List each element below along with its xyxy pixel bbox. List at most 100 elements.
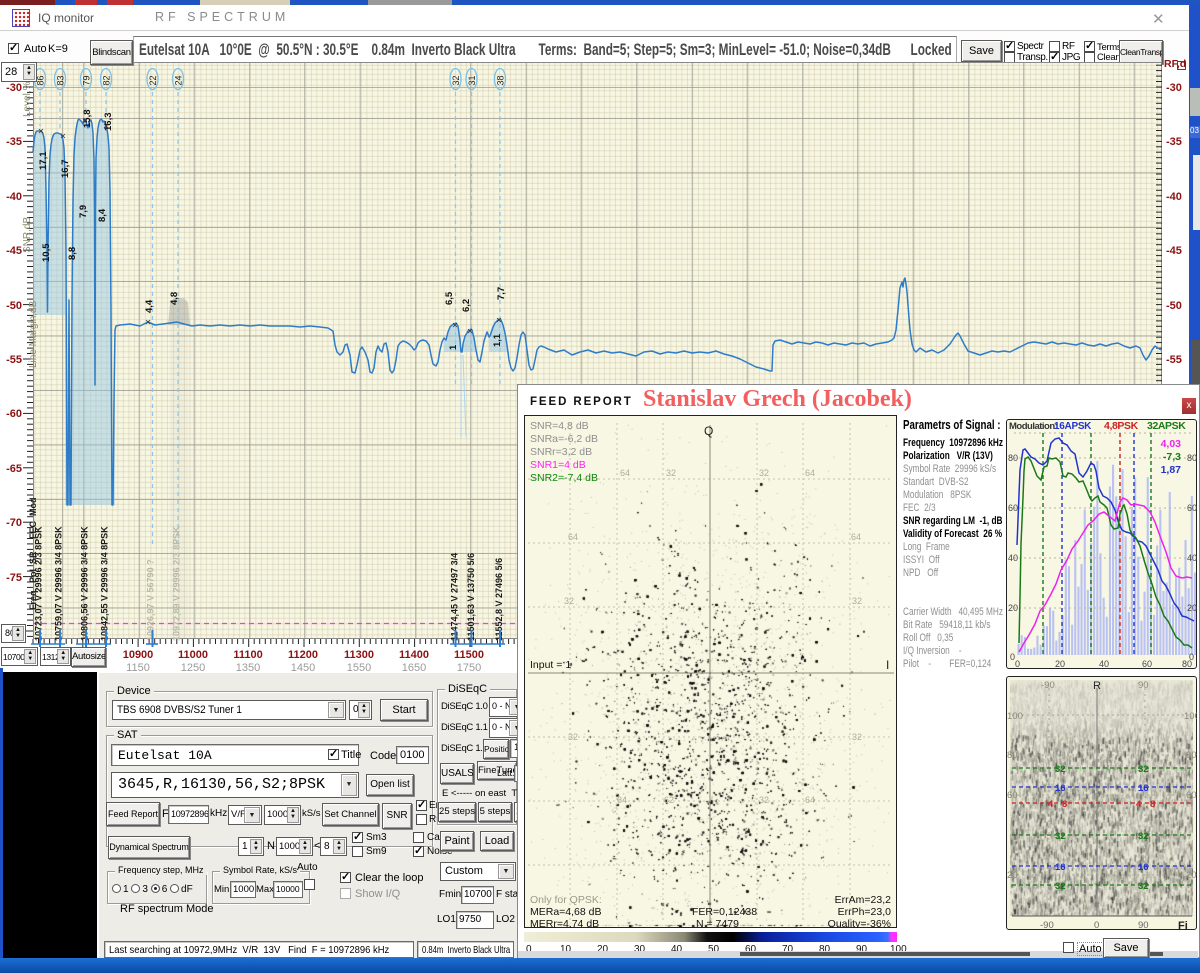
- svg-text:10900: 10900: [123, 649, 154, 661]
- svg-text:32: 32: [568, 732, 578, 742]
- svg-text:40: 40: [1187, 553, 1197, 563]
- svg-text:8,8: 8,8: [67, 247, 78, 260]
- svg-text:8: 8: [1150, 799, 1155, 810]
- svg-text:10759,07 V 29996 3/4 8PSK: 10759,07 V 29996 3/4 8PSK: [54, 526, 64, 641]
- svg-text:Fi: Fi: [1178, 920, 1188, 930]
- svg-text:80: 80: [1007, 750, 1018, 761]
- svg-text:11100: 11100: [233, 649, 262, 661]
- svg-text:86: 86: [36, 75, 46, 85]
- svg-text:MERa=4,68 dB: MERa=4,68 dB: [530, 906, 602, 918]
- svg-text:24: 24: [174, 75, 184, 85]
- svg-text:4,03: 4,03: [1161, 438, 1182, 450]
- svg-text:0: 0: [1015, 659, 1020, 669]
- svg-text:32: 32: [759, 468, 769, 478]
- svg-text:16: 16: [1138, 783, 1149, 794]
- svg-text:0: 0: [1094, 920, 1099, 930]
- svg-text:80: 80: [1008, 453, 1018, 463]
- svg-text:16: 16: [1055, 783, 1066, 794]
- svg-text:60: 60: [1008, 503, 1018, 513]
- svg-text:32: 32: [852, 596, 862, 606]
- svg-text:11500: 11500: [454, 649, 484, 661]
- svg-text:11552,8 V 27496 5/6: 11552,8 V 27496 5/6: [494, 558, 504, 641]
- svg-text:11000: 11000: [178, 649, 208, 661]
- svg-text:90: 90: [1138, 680, 1149, 691]
- svg-text:32: 32: [564, 596, 574, 606]
- svg-text:60: 60: [1186, 790, 1197, 801]
- svg-text:Q: Q: [704, 424, 713, 438]
- svg-text:15,8: 15,8: [82, 110, 93, 129]
- svg-text:64: 64: [805, 795, 815, 805]
- svg-text:64: 64: [851, 532, 861, 542]
- svg-text:32: 32: [852, 732, 862, 742]
- svg-text:1,87: 1,87: [1161, 464, 1182, 476]
- svg-text:16APSK: 16APSK: [1054, 421, 1092, 432]
- svg-text:31: 31: [467, 75, 477, 85]
- svg-text:64: 64: [805, 468, 815, 478]
- svg-text:80: 80: [1182, 659, 1192, 669]
- svg-text:16: 16: [1055, 862, 1066, 873]
- svg-text:-30: -30: [6, 82, 22, 94]
- svg-text:10,5: 10,5: [41, 243, 52, 262]
- svg-text:32: 32: [1055, 881, 1066, 892]
- svg-text:60: 60: [1007, 790, 1018, 801]
- svg-text:-55: -55: [1166, 354, 1182, 366]
- svg-text:-7,3: -7,3: [1163, 451, 1181, 463]
- svg-text:100: 100: [1007, 711, 1023, 722]
- svg-text:SNR,dB: SNR,dB: [22, 217, 33, 253]
- svg-text:Input = 1: Input = 1: [530, 659, 571, 671]
- svg-text:40: 40: [1099, 659, 1109, 669]
- svg-text:1,1: 1,1: [492, 333, 503, 347]
- svg-text:ErrPh=23,0: ErrPh=23,0: [838, 906, 892, 918]
- svg-text:20: 20: [1008, 603, 1018, 613]
- svg-text:-30: -30: [1166, 82, 1182, 94]
- svg-text:4,4: 4,4: [144, 299, 155, 313]
- svg-text:-45: -45: [6, 245, 22, 257]
- svg-text:83: 83: [56, 75, 66, 85]
- svg-text:11300: 11300: [344, 649, 374, 661]
- svg-text:16: 16: [1138, 862, 1149, 873]
- svg-text:R: R: [1093, 680, 1101, 692]
- svg-text:64: 64: [620, 468, 630, 478]
- svg-text:32: 32: [1138, 831, 1149, 842]
- svg-text:62: 62: [664, 795, 674, 805]
- svg-text:SNRr=3,2 dB: SNRr=3,2 dB: [530, 446, 592, 458]
- svg-text:-90: -90: [1041, 680, 1055, 691]
- svg-text:64: 64: [617, 795, 627, 805]
- svg-text:32APSK: 32APSK: [1147, 420, 1186, 432]
- svg-text:Only for QPSK:: Only for QPSK:: [530, 894, 602, 906]
- svg-text:-70: -70: [6, 517, 22, 529]
- svg-text:11200: 11200: [288, 649, 318, 661]
- svg-text:82: 82: [102, 75, 112, 85]
- svg-text:40: 40: [1008, 553, 1018, 563]
- svg-text:SNR2=-7,4 dB: SNR2=-7,4 dB: [530, 472, 598, 484]
- svg-text:79: 79: [82, 75, 92, 85]
- svg-text:Line Margin,dB: Line Margin,dB: [28, 300, 39, 368]
- svg-text:-60: -60: [6, 408, 22, 420]
- svg-text:20: 20: [1007, 870, 1018, 881]
- svg-text:4,8: 4,8: [169, 292, 180, 305]
- svg-text:64: 64: [568, 532, 578, 542]
- svg-text:11474,45 V 27497 3/4: 11474,45 V 27497 3/4: [450, 553, 460, 641]
- svg-text:4,8PSK: 4,8PSK: [1104, 420, 1139, 432]
- svg-text:4: 4: [1048, 799, 1054, 810]
- svg-text:17,1: 17,1: [38, 151, 49, 170]
- svg-text:SNR1=4 dB: SNR1=4 dB: [530, 459, 586, 471]
- svg-text:10926,97 V 56790 ?: 10926,97 V 56790 ?: [146, 559, 156, 641]
- svg-text:-50: -50: [1166, 300, 1182, 312]
- svg-text:32: 32: [1055, 831, 1066, 842]
- svg-text:-65: -65: [6, 463, 22, 475]
- svg-text:RF,d: RF,d: [1164, 58, 1186, 70]
- svg-text:-40: -40: [6, 191, 22, 203]
- svg-text:Quality=-36%: Quality=-36%: [828, 918, 891, 928]
- svg-text:MERr=4,74 dB: MERr=4,74 dB: [530, 918, 599, 928]
- svg-text:80: 80: [1186, 750, 1197, 761]
- svg-text:-55: -55: [6, 354, 22, 366]
- svg-text:60: 60: [1142, 659, 1152, 669]
- svg-text:38: 38: [496, 75, 506, 85]
- svg-text:-45: -45: [1166, 245, 1182, 257]
- svg-text:100: 100: [1184, 711, 1197, 722]
- svg-text:32: 32: [666, 468, 676, 478]
- svg-text:-90: -90: [1040, 920, 1054, 930]
- svg-text:-40: -40: [1166, 191, 1182, 203]
- svg-text:-75: -75: [6, 572, 22, 584]
